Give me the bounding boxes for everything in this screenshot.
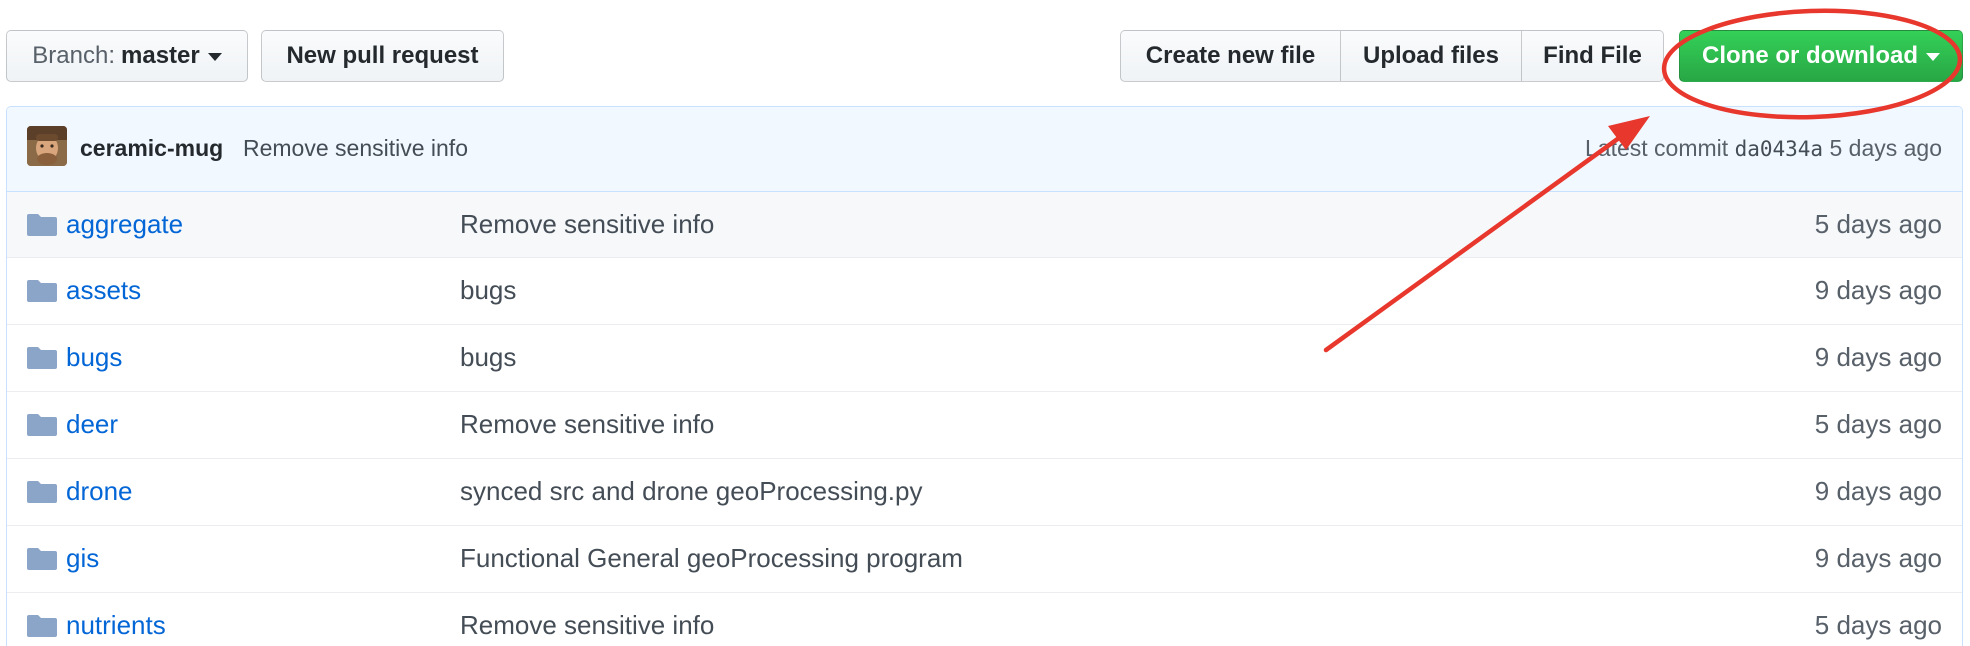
avatar[interactable] xyxy=(27,126,67,166)
clone-or-download-button[interactable]: Clone or download xyxy=(1679,30,1963,82)
chevron-down-icon xyxy=(207,53,222,61)
file-name-link[interactable]: drone xyxy=(66,476,133,507)
latest-commit-info: Latest commit da0434a 5 days ago xyxy=(1585,135,1942,162)
upload-files-button[interactable]: Upload files xyxy=(1339,30,1523,82)
file-commit-message-link[interactable]: Remove sensitive info xyxy=(460,610,714,641)
file-rows: aggregate Remove sensitive info 5 days ago… xyxy=(7,192,1962,646)
file-commit-message-link[interactable]: bugs xyxy=(460,342,516,373)
file-age: 9 days ago xyxy=(1814,543,1942,573)
folder-icon xyxy=(27,280,57,302)
commit-age: 5 days ago xyxy=(1829,135,1942,161)
commit-message-link[interactable]: Remove sensitive info xyxy=(243,135,468,162)
file-row-bugs: bugs bugs 9 days ago xyxy=(7,324,1962,391)
latest-commit-label: Latest commit xyxy=(1585,135,1729,161)
file-age: 9 days ago xyxy=(1814,476,1942,506)
file-row-assets: assets bugs 9 days ago xyxy=(7,257,1962,324)
folder-icon xyxy=(27,214,57,236)
latest-commit-bar: ceramic-mug Remove sensitive info Latest… xyxy=(7,107,1962,192)
chevron-down-icon xyxy=(1926,53,1940,61)
file-commit-message-link[interactable]: synced src and drone geoProcessing.py xyxy=(460,476,923,507)
file-row-drone: drone synced src and drone geoProcessing.… xyxy=(7,458,1962,525)
file-name-link[interactable]: nutrients xyxy=(66,610,166,641)
folder-icon xyxy=(27,615,57,637)
file-age: 5 days ago xyxy=(1814,610,1942,640)
file-commit-message-link[interactable]: Remove sensitive info xyxy=(460,409,714,440)
file-commit-message-link[interactable]: bugs xyxy=(460,275,516,306)
file-commit-message-link[interactable]: Remove sensitive info xyxy=(460,209,714,240)
file-age: 9 days ago xyxy=(1814,275,1942,305)
file-row-gis: gis Functional General geoProcessing prog… xyxy=(7,525,1962,592)
new-pull-request-button[interactable]: New pull request xyxy=(261,30,504,82)
branch-prefix-label: Branch: xyxy=(32,42,115,69)
branch-name: master xyxy=(121,42,200,69)
file-list: ceramic-mug Remove sensitive info Latest… xyxy=(6,106,1963,646)
folder-icon xyxy=(27,481,57,503)
file-row-deer: deer Remove sensitive info 5 days ago xyxy=(7,391,1962,458)
file-name-link[interactable]: gis xyxy=(66,543,99,574)
branch-select-button[interactable]: Branch: master xyxy=(6,30,248,82)
file-name-link[interactable]: aggregate xyxy=(66,209,183,240)
commit-sha-link[interactable]: da0434a xyxy=(1735,137,1824,161)
file-age: 5 days ago xyxy=(1814,409,1942,439)
file-age: 5 days ago xyxy=(1814,209,1942,239)
folder-icon xyxy=(27,347,57,369)
file-name-link[interactable]: assets xyxy=(66,275,141,306)
file-row-aggregate: aggregate Remove sensitive info 5 days ago xyxy=(7,192,1962,257)
clone-button-label: Clone or download xyxy=(1702,42,1918,69)
file-age: 9 days ago xyxy=(1814,342,1942,372)
file-name-link[interactable]: bugs xyxy=(66,342,122,373)
create-new-file-button[interactable]: Create new file xyxy=(1120,30,1341,82)
folder-icon xyxy=(27,414,57,436)
commit-author-link[interactable]: ceramic-mug xyxy=(80,135,223,162)
find-file-button[interactable]: Find File xyxy=(1521,30,1664,82)
file-name-link[interactable]: deer xyxy=(66,409,118,440)
file-actions-group: Create new file Upload files Find File xyxy=(1120,30,1664,82)
folder-icon xyxy=(27,548,57,570)
file-commit-message-link[interactable]: Functional General geoProcessing program xyxy=(460,543,963,574)
